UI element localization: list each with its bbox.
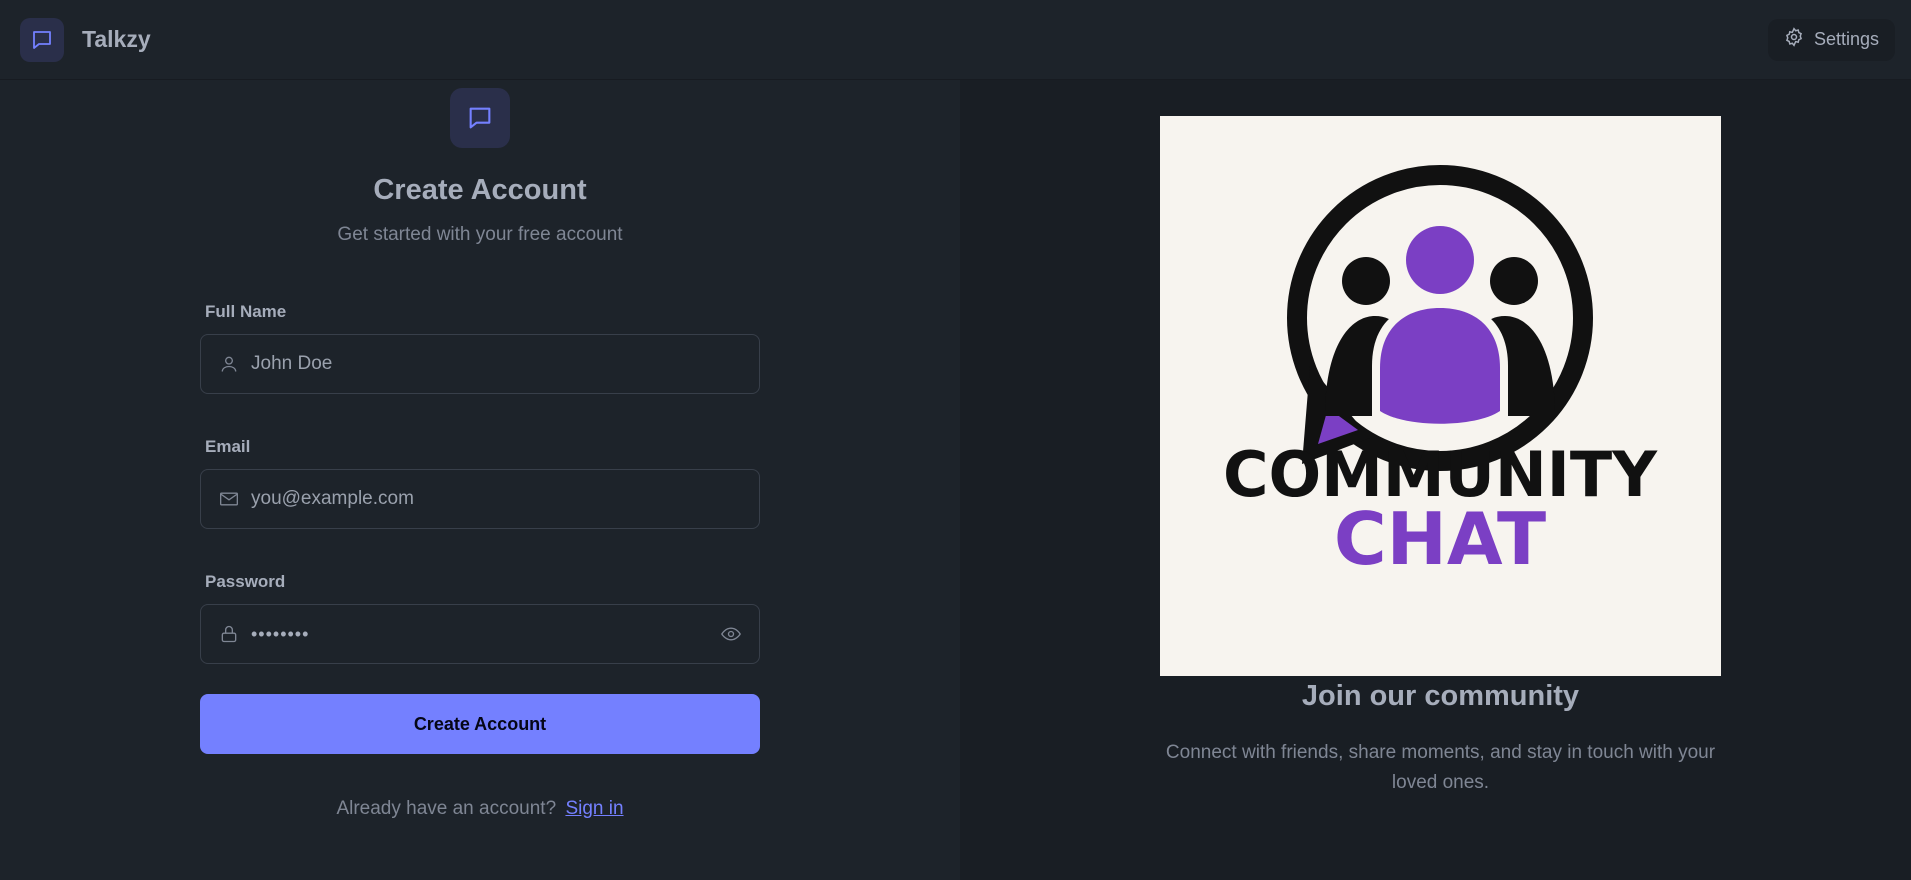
app-name: Talkzy: [82, 26, 151, 52]
settings-label: Settings: [1813, 29, 1879, 49]
email-input[interactable]: [251, 488, 743, 510]
password-label: Password: [205, 572, 286, 591]
full-name-field[interactable]: [200, 334, 760, 394]
page-subtitle: Get started with your free account: [337, 224, 623, 245]
sign-in-link[interactable]: Sign in: [565, 798, 623, 819]
brand[interactable]: Talkzy: [20, 17, 151, 62]
community-chat-logo: COMMUNITY CHAT: [1160, 116, 1721, 676]
page-title: Create Account: [373, 174, 587, 206]
settings-button[interactable]: Settings: [1767, 18, 1895, 61]
signup-panel: Create Account Get started with your fre…: [0, 80, 960, 880]
logo-text-chat: CHAT: [1334, 497, 1546, 581]
full-name-input[interactable]: [251, 353, 743, 375]
lock-icon: [217, 622, 241, 646]
top-navbar: Talkzy Settings: [0, 0, 1911, 80]
mail-icon: [217, 487, 241, 511]
signin-prompt-row: Already have an account? Sign in: [0, 798, 960, 820]
eye-icon[interactable]: [719, 622, 743, 646]
chat-bubble-icon: [20, 17, 64, 62]
create-account-button[interactable]: Create Account: [200, 694, 760, 754]
gear-icon: [1784, 27, 1804, 52]
promo-panel: COMMUNITY CHAT Join our community Connec…: [960, 80, 1911, 880]
password-field[interactable]: ••••••••: [200, 604, 760, 664]
full-name-label: Full Name: [205, 302, 287, 321]
chat-bubble-icon: [450, 88, 510, 148]
signin-prompt: Already have an account?: [336, 798, 557, 819]
promo-title: Join our community: [1301, 680, 1580, 712]
email-label: Email: [205, 437, 251, 456]
promo-text: Connect with friends, share moments, and…: [1165, 742, 1716, 793]
email-field[interactable]: [200, 469, 760, 529]
user-icon: [217, 352, 241, 376]
password-input[interactable]: ••••••••: [251, 624, 719, 645]
